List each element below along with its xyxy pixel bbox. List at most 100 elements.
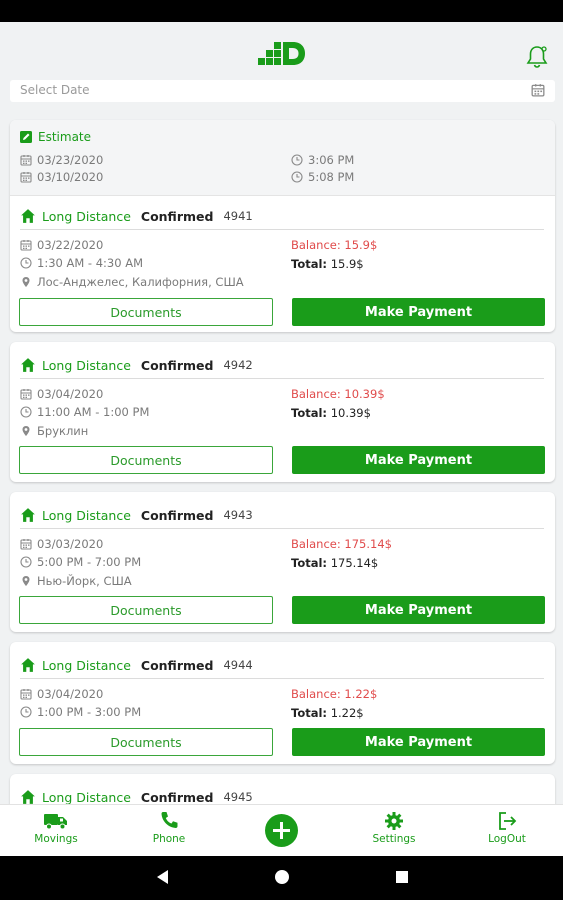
nav-label: Settings <box>372 833 416 845</box>
job-type: Long Distance <box>42 507 131 523</box>
divider <box>20 528 544 529</box>
total-text: Total: 175.14$ <box>291 556 379 570</box>
job-number: 4943 <box>223 508 253 522</box>
job-card: Long Distance Confirmed 4943 03/03/2020 … <box>10 492 555 632</box>
calendar-icon <box>20 154 32 166</box>
job-time: 5:00 PM - 7:00 PM <box>20 555 141 569</box>
clock-icon <box>291 171 303 183</box>
job-date: 03/22/2020 <box>20 238 103 252</box>
job-status: Confirmed <box>140 357 214 373</box>
jobs-list[interactable]: Estimate 03/23/2020 3:06 PM 03/10/2020 5… <box>0 118 563 804</box>
estimate-date-2: 03/10/2020 <box>20 170 103 184</box>
truck-icon <box>44 814 67 830</box>
calendar-icon <box>20 171 32 183</box>
calendar-icon[interactable] <box>531 83 545 97</box>
nav-movings[interactable]: Movings <box>16 811 96 845</box>
bottom-nav: Movings Phone Settings LogOut <box>0 804 563 856</box>
balance-text: Balance: 15.9$ <box>291 238 378 252</box>
divider <box>20 229 544 230</box>
nav-label: Movings <box>34 833 78 845</box>
make-payment-button[interactable]: Make Payment <box>292 728 545 756</box>
job-location: Бруклин <box>20 424 88 438</box>
job-type: Long Distance <box>42 657 131 673</box>
divider <box>20 678 544 679</box>
app-header <box>0 22 563 80</box>
plus-icon <box>273 822 290 839</box>
calendar-icon <box>20 688 32 700</box>
job-card: Long Distance Confirmed 4945 <box>10 774 555 804</box>
documents-button[interactable]: Documents <box>19 728 273 756</box>
job-status: Confirmed <box>140 208 214 224</box>
job-type: Long Distance <box>42 357 131 373</box>
nav-label: Phone <box>152 833 186 845</box>
job-card: Estimate 03/23/2020 3:06 PM 03/10/2020 5… <box>10 120 555 332</box>
nav-phone[interactable]: Phone <box>129 811 209 845</box>
bell-icon[interactable] <box>524 44 550 70</box>
date-placeholder: Select Date <box>20 83 90 97</box>
calendar-icon <box>20 388 32 400</box>
clock-icon <box>20 406 32 418</box>
home-icon <box>20 208 36 224</box>
job-type: Long Distance <box>42 208 131 224</box>
total-text: Total: 1.22$ <box>291 706 364 720</box>
job-status: Confirmed <box>140 657 214 673</box>
job-status: Confirmed <box>140 789 214 805</box>
estimate-time-2: 5:08 PM <box>291 170 354 184</box>
job-number: 4941 <box>223 209 253 223</box>
nav-logout[interactable]: LogOut <box>467 811 547 845</box>
estimate-section: Estimate 03/23/2020 3:06 PM 03/10/2020 5… <box>10 120 555 196</box>
clock-icon <box>20 706 32 718</box>
job-location: Нью-Йорк, США <box>20 574 132 588</box>
job-type: Long Distance <box>42 789 131 805</box>
calendar-icon <box>20 538 32 550</box>
app-logo <box>258 42 305 65</box>
job-card: Long Distance Confirmed 4942 03/04/2020 … <box>10 342 555 482</box>
job-number: 4944 <box>223 658 253 672</box>
gear-icon <box>385 812 403 830</box>
job-time: 1:30 AM - 4:30 AM <box>20 256 143 270</box>
add-button[interactable] <box>265 814 298 847</box>
status-bar <box>0 0 563 22</box>
job-time: 11:00 AM - 1:00 PM <box>20 405 149 419</box>
location-pin-icon <box>20 425 32 437</box>
job-header[interactable]: Long Distance Confirmed 4943 <box>20 507 253 523</box>
home-icon <box>20 657 36 673</box>
date-filter[interactable]: Select Date <box>10 80 555 102</box>
edit-icon <box>20 131 32 143</box>
home-icon <box>20 357 36 373</box>
nav-settings[interactable]: Settings <box>354 811 434 845</box>
job-header[interactable]: Long Distance Confirmed 4945 <box>20 789 253 804</box>
estimate-time-1: 3:06 PM <box>291 153 354 167</box>
make-payment-button[interactable]: Make Payment <box>292 298 545 326</box>
job-time: 1:00 PM - 3:00 PM <box>20 705 141 719</box>
home-button-icon[interactable] <box>274 869 290 885</box>
estimate-title: Estimate <box>20 130 91 144</box>
divider <box>20 378 544 379</box>
phone-icon <box>161 812 178 828</box>
job-status: Confirmed <box>140 507 214 523</box>
job-header[interactable]: Long Distance Confirmed 4942 <box>20 357 253 373</box>
documents-button[interactable]: Documents <box>19 446 273 474</box>
job-date: 03/03/2020 <box>20 537 103 551</box>
home-icon <box>20 789 36 804</box>
job-header[interactable]: Long Distance Confirmed 4944 <box>20 657 253 673</box>
balance-text: Balance: 175.14$ <box>291 537 392 551</box>
clock-icon <box>20 257 32 269</box>
balance-text: Balance: 10.39$ <box>291 387 385 401</box>
clock-icon <box>291 154 303 166</box>
nav-label: LogOut <box>488 833 526 845</box>
make-payment-button[interactable]: Make Payment <box>292 446 545 474</box>
make-payment-button[interactable]: Make Payment <box>292 596 545 624</box>
back-icon[interactable] <box>155 869 171 885</box>
estimate-date-1: 03/23/2020 <box>20 153 103 167</box>
job-date: 03/04/2020 <box>20 687 103 701</box>
location-pin-icon <box>20 575 32 587</box>
clock-icon <box>20 556 32 568</box>
job-location: Лос-Анджелес, Калифорния, США <box>20 275 244 289</box>
job-header[interactable]: Long Distance Confirmed 4941 <box>20 208 253 224</box>
documents-button[interactable]: Documents <box>19 596 273 624</box>
recents-icon[interactable] <box>394 869 410 885</box>
estimate-label: Estimate <box>38 130 92 144</box>
documents-button[interactable]: Documents <box>19 298 273 326</box>
job-number: 4945 <box>223 790 253 804</box>
